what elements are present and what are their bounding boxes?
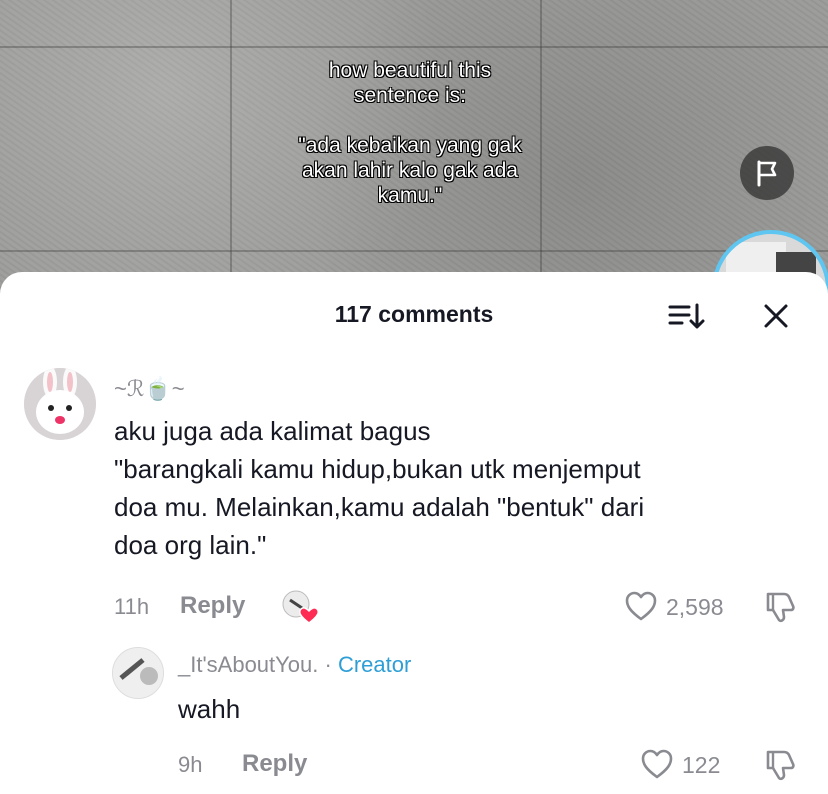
like-button[interactable]: 2,598 <box>624 590 734 624</box>
reply-button[interactable]: Reply <box>180 592 245 620</box>
caption-line: akan lahir kalo gak ada <box>302 159 518 182</box>
caption-line: how beautiful this <box>328 59 492 82</box>
tile-seam <box>0 46 828 48</box>
like-count: 2,598 <box>666 594 724 620</box>
like-button[interactable]: 122 <box>640 748 730 782</box>
avatar[interactable] <box>112 647 164 699</box>
reply-username[interactable]: _It'sAboutYou. · Creator <box>178 652 411 678</box>
video-caption-overlay: how beautiful this sentence is: "ada keb… <box>240 58 580 208</box>
comment-text: aku juga ada kalimat bagus "barangkali k… <box>114 416 645 560</box>
like-count: 122 <box>682 752 721 778</box>
bunny-avatar-icon <box>24 368 96 440</box>
separator: · <box>318 652 338 677</box>
tile-seam <box>230 0 232 300</box>
dislike-button[interactable] <box>762 590 798 626</box>
close-comments-button[interactable] <box>754 296 798 336</box>
dislike-icon <box>766 750 795 781</box>
creator-liked-badge <box>282 588 320 624</box>
reply-text: wahh <box>178 694 241 724</box>
reply-username-text: _It'sAboutYou. <box>178 652 319 677</box>
flag-icon <box>757 160 777 187</box>
comment-username[interactable]: ~ℛ🍵~ <box>114 376 185 402</box>
dislike-button[interactable] <box>762 748 798 784</box>
avatar[interactable] <box>24 368 96 440</box>
creator-avatar-icon <box>113 648 163 698</box>
report-flag-button[interactable] <box>740 146 794 200</box>
comment-timestamp: 11h <box>114 594 150 619</box>
heart-icon <box>641 749 673 779</box>
sort-comments-button[interactable] <box>664 296 708 336</box>
caption-line: sentence is: <box>353 84 467 107</box>
caption-line: kamu." <box>377 184 443 207</box>
caption-line <box>240 108 580 133</box>
creator-liked-icon <box>282 590 320 624</box>
reply-button[interactable]: Reply <box>242 750 307 778</box>
heart-icon <box>625 591 657 621</box>
caption-line: "ada kebaikan yang gak <box>298 134 522 157</box>
tile-seam <box>0 250 828 252</box>
sort-icon <box>668 303 705 329</box>
creator-badge: Creator <box>337 652 412 677</box>
close-icon <box>764 304 788 328</box>
video-background: how beautiful this sentence is: "ada keb… <box>0 0 828 300</box>
comments-sheet: 117 comments ~ℛ🍵~ aku juga ada kalimat b… <box>0 272 828 794</box>
dislike-icon <box>766 592 795 623</box>
reply-timestamp: 9h <box>178 752 203 777</box>
